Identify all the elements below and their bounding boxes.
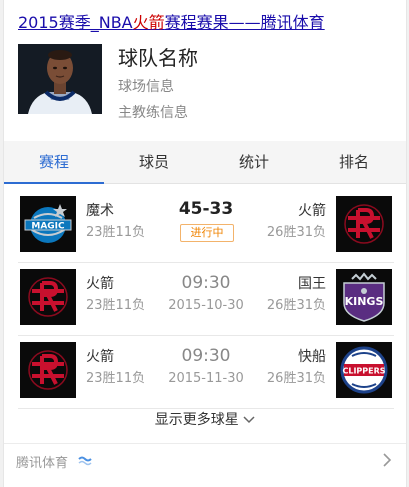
game-score: 45-33 — [178, 199, 234, 219]
game-row[interactable]: 火箭 23胜11负 09:30 2015-10-30 国王 26胜31负 KIN… — [18, 263, 394, 336]
home-team-name: 火箭 — [86, 276, 114, 292]
coach-info: 主教练信息 — [118, 105, 188, 121]
page-title-link[interactable]: 2015赛季_NBA火箭赛程赛果——腾讯体育 — [18, 13, 325, 33]
tab-players[interactable]: 球员 — [104, 141, 204, 183]
tab-standings[interactable]: 排名 — [304, 141, 404, 183]
live-status-badge: 进行中 — [180, 224, 234, 242]
chevron-down-icon — [243, 416, 255, 424]
magic-logo-icon: MAGIC — [20, 196, 76, 252]
schedule-card: 2015赛季_NBA火箭赛程赛果——腾讯体育 球队名称 球场信息 主教练信息 赛… — [3, 0, 407, 487]
title-part1: 2015赛季_NBA — [18, 13, 133, 32]
home-team-name: 火箭 — [86, 349, 114, 365]
svg-text:KINGS: KINGS — [345, 295, 384, 308]
rockets-logo-icon — [336, 196, 392, 252]
tab-bar: 赛程 球员 统计 排名 — [4, 141, 406, 184]
home-team-record: 23胜11负 — [86, 371, 146, 386]
away-team-name: 火箭 — [298, 203, 326, 219]
home-team-name: 魔术 — [86, 203, 114, 219]
home-team-record: 23胜11负 — [86, 298, 146, 313]
svg-text:MAGIC: MAGIC — [31, 222, 65, 232]
game-row[interactable]: 火箭 23胜11负 09:30 2015-11-30 快船 26胜31负 CLI… — [18, 336, 394, 409]
team-name: 球队名称 — [118, 46, 198, 70]
game-date: 2015-10-30 — [168, 298, 244, 313]
home-team-record: 23胜11负 — [86, 225, 146, 240]
clippers-logo-icon: CLIPPERS — [336, 342, 392, 398]
svg-text:CLIPPERS: CLIPPERS — [342, 367, 385, 376]
away-team-record: 26胜31负 — [266, 371, 326, 386]
title-part2: 赛程赛果——腾讯体育 — [164, 13, 325, 32]
game-time: 09:30 — [181, 346, 231, 366]
rockets-logo-icon — [20, 269, 76, 325]
show-more-button[interactable]: 显示更多球星 — [4, 410, 406, 430]
show-more-label: 显示更多球星 — [154, 412, 239, 428]
player-photo — [18, 44, 102, 114]
game-date: 2015-11-30 — [168, 371, 244, 386]
away-team-name: 国王 — [298, 276, 326, 292]
source-icon — [78, 456, 92, 466]
game-time: 09:30 — [181, 273, 231, 293]
footer-bar: 腾讯体育 — [4, 443, 406, 478]
venue-info: 球场信息 — [118, 79, 174, 95]
tab-stats[interactable]: 统计 — [204, 141, 304, 183]
chevron-right-icon[interactable] — [380, 452, 394, 468]
rockets-logo-icon — [20, 342, 76, 398]
title-highlight: 火箭 — [132, 13, 165, 32]
tab-schedule[interactable]: 赛程 — [4, 141, 104, 184]
team-header: 球队名称 球场信息 主教练信息 — [18, 44, 398, 121]
away-team-record: 26胜31负 — [266, 225, 326, 240]
source-label: 腾讯体育 — [16, 456, 69, 471]
away-team-record: 26胜31负 — [266, 298, 326, 313]
kings-logo-icon: KINGS — [336, 269, 392, 325]
game-row[interactable]: MAGIC 魔术 23胜11负 45-33 进行中 火箭 26胜31负 — [18, 190, 394, 263]
away-team-name: 快船 — [298, 349, 326, 365]
